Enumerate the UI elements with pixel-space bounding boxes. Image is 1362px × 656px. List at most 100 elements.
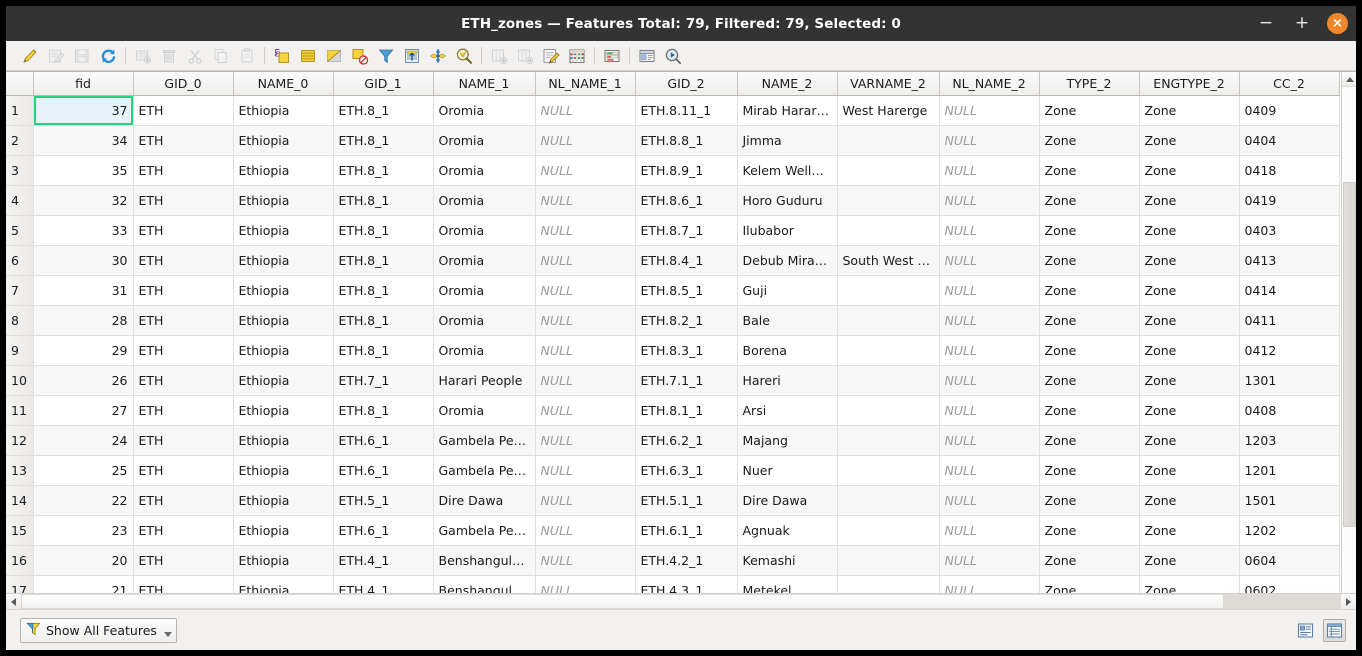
cell-gid_0[interactable]: ETH: [133, 455, 234, 486]
cell-gid_1[interactable]: ETH.7_1: [333, 365, 434, 396]
cell-varname_2[interactable]: South West …: [837, 245, 940, 276]
cut-features-icon[interactable]: [182, 43, 208, 69]
toggle-editing-icon[interactable]: [17, 43, 43, 69]
copy-features-icon[interactable]: [208, 43, 234, 69]
cell-gid_1[interactable]: ETH.6_1: [333, 455, 434, 486]
cell-varname_2[interactable]: [837, 395, 940, 426]
cell-name_1[interactable]: Benshangul…: [433, 545, 536, 576]
table-row[interactable]: 10 26 ETH Ethiopia ETH.7_1 Harari People NULL E…: [6, 365, 1340, 396]
attribute-grid[interactable]: fid GID_0 NAME_0 GID_1 NAME_1 NL_NAME_1 GID_2 N…: [6, 72, 1341, 593]
cell-name_2[interactable]: Jimma: [737, 125, 838, 156]
pan-to-selected-icon[interactable]: [425, 43, 451, 69]
cell-nl_name_2[interactable]: NULL: [939, 365, 1040, 396]
cell-varname_2[interactable]: [837, 425, 940, 456]
cell-type_2[interactable]: Zone: [1039, 575, 1140, 593]
cell-name_2[interactable]: Dire Dawa: [737, 485, 838, 516]
cell-gid_0[interactable]: ETH: [133, 545, 234, 576]
cell-name_0[interactable]: Ethiopia: [233, 455, 334, 486]
cell-nl_name_2[interactable]: NULL: [939, 95, 1040, 126]
cell-gid_0[interactable]: ETH: [133, 515, 234, 546]
cell-gid_0[interactable]: ETH: [133, 575, 234, 593]
cell-name_2[interactable]: Agnuak: [737, 515, 838, 546]
row-number[interactable]: 12: [6, 425, 34, 456]
close-button[interactable]: ×: [1327, 13, 1348, 34]
cell-name_0[interactable]: Ethiopia: [233, 395, 334, 426]
cell-gid_1[interactable]: ETH.6_1: [333, 425, 434, 456]
cell-nl_name_1[interactable]: NULL: [535, 425, 636, 456]
column-header-gid_0[interactable]: GID_0: [133, 72, 234, 96]
cell-name_0[interactable]: Ethiopia: [233, 365, 334, 396]
table-row[interactable]: 12 24 ETH Ethiopia ETH.6_1 Gambela Pe… NULL ETH…: [6, 425, 1340, 456]
cell-gid_1[interactable]: ETH.8_1: [333, 125, 434, 156]
cell-gid_2[interactable]: ETH.8.6_1: [635, 185, 738, 216]
cell-engtype_2[interactable]: Zone: [1139, 455, 1240, 486]
cell-nl_name_1[interactable]: NULL: [535, 185, 636, 216]
cell-nl_name_2[interactable]: NULL: [939, 425, 1040, 456]
cell-name_1[interactable]: Gambela Pe…: [433, 455, 536, 486]
column-header-varname_2[interactable]: VARNAME_2: [837, 72, 940, 96]
cell-nl_name_2[interactable]: NULL: [939, 155, 1040, 186]
cell-name_0[interactable]: Ethiopia: [233, 425, 334, 456]
cell-gid_0[interactable]: ETH: [133, 365, 234, 396]
cell-engtype_2[interactable]: Zone: [1139, 395, 1240, 426]
row-number[interactable]: 15: [6, 515, 34, 546]
add-feature-icon[interactable]: [130, 43, 156, 69]
cell-name_1[interactable]: Oromia: [433, 125, 536, 156]
cell-nl_name_2[interactable]: NULL: [939, 305, 1040, 336]
cell-nl_name_2[interactable]: NULL: [939, 215, 1040, 246]
cell-gid_2[interactable]: ETH.8.7_1: [635, 215, 738, 246]
cell-fid[interactable]: 32: [33, 185, 134, 216]
cell-nl_name_2[interactable]: NULL: [939, 545, 1040, 576]
cell-engtype_2[interactable]: Zone: [1139, 185, 1240, 216]
cell-gid_1[interactable]: ETH.5_1: [333, 485, 434, 516]
cell-name_0[interactable]: Ethiopia: [233, 185, 334, 216]
cell-gid_0[interactable]: ETH: [133, 185, 234, 216]
cell-engtype_2[interactable]: Zone: [1139, 425, 1240, 456]
cell-type_2[interactable]: Zone: [1039, 245, 1140, 276]
scroll-left-arrow-icon[interactable]: [6, 594, 21, 609]
column-header-gid_2[interactable]: GID_2: [635, 72, 738, 96]
column-header-nl_name_2[interactable]: NL_NAME_2: [939, 72, 1040, 96]
cell-type_2[interactable]: Zone: [1039, 125, 1140, 156]
organize-columns-icon[interactable]: [634, 43, 660, 69]
cell-cc_2[interactable]: 0604: [1239, 545, 1340, 576]
cell-name_0[interactable]: Ethiopia: [233, 95, 334, 126]
column-header-name_2[interactable]: NAME_2: [737, 72, 838, 96]
move-selection-to-top-icon[interactable]: [399, 43, 425, 69]
table-row[interactable]: 16 20 ETH Ethiopia ETH.4_1 Benshangul… NULL ETH…: [6, 545, 1340, 576]
cell-varname_2[interactable]: [837, 455, 940, 486]
cell-name_1[interactable]: Benshangul…: [433, 575, 536, 593]
cell-name_2[interactable]: Kemashi: [737, 545, 838, 576]
cell-nl_name_2[interactable]: NULL: [939, 575, 1040, 593]
cell-nl_name_1[interactable]: NULL: [535, 215, 636, 246]
cell-name_1[interactable]: Gambela Pe…: [433, 515, 536, 546]
row-number[interactable]: 3: [6, 155, 34, 186]
cell-varname_2[interactable]: [837, 485, 940, 516]
cell-gid_0[interactable]: ETH: [133, 305, 234, 336]
selected-cell[interactable]: 37: [33, 95, 134, 126]
cell-cc_2[interactable]: 1501: [1239, 485, 1340, 516]
cell-fid[interactable]: 33: [33, 215, 134, 246]
cell-varname_2[interactable]: [837, 335, 940, 366]
save-layer-edits-icon[interactable]: [69, 43, 95, 69]
cell-gid_1[interactable]: ETH.6_1: [333, 515, 434, 546]
cell-engtype_2[interactable]: Zone: [1139, 125, 1240, 156]
cell-nl_name_1[interactable]: NULL: [535, 125, 636, 156]
cell-type_2[interactable]: Zone: [1039, 365, 1140, 396]
cell-type_2[interactable]: Zone: [1039, 305, 1140, 336]
cell-type_2[interactable]: Zone: [1039, 275, 1140, 306]
cell-fid[interactable]: 23: [33, 515, 134, 546]
cell-gid_2[interactable]: ETH.6.2_1: [635, 425, 738, 456]
cell-name_1[interactable]: Oromia: [433, 95, 536, 126]
cell-gid_1[interactable]: ETH.8_1: [333, 395, 434, 426]
cell-cc_2[interactable]: 0403: [1239, 215, 1340, 246]
column-header-nl_name_1[interactable]: NL_NAME_1: [535, 72, 636, 96]
vertical-scrollbar[interactable]: [1341, 72, 1356, 593]
cell-name_2[interactable]: Majang: [737, 425, 838, 456]
cell-varname_2[interactable]: [837, 515, 940, 546]
cell-name_0[interactable]: Ethiopia: [233, 545, 334, 576]
cell-name_1[interactable]: Oromia: [433, 335, 536, 366]
cell-name_0[interactable]: Ethiopia: [233, 245, 334, 276]
cell-gid_2[interactable]: ETH.6.1_1: [635, 515, 738, 546]
cell-gid_2[interactable]: ETH.7.1_1: [635, 365, 738, 396]
